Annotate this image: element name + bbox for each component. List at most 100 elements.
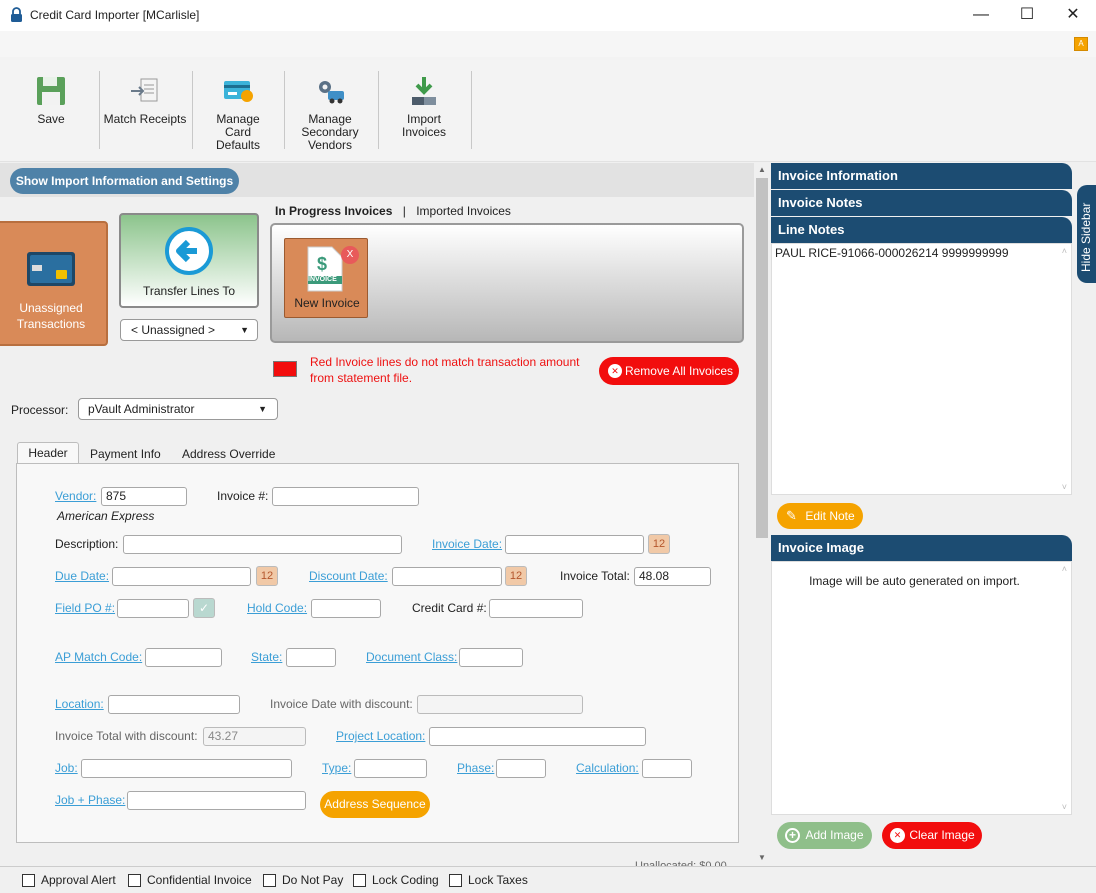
description-input[interactable]: [123, 535, 402, 554]
vendor-link[interactable]: Vendor:: [55, 489, 96, 503]
remove-all-invoices-button[interactable]: ✕ Remove All Invoices: [599, 357, 739, 385]
phase-link[interactable]: Phase:: [457, 761, 494, 775]
ap-match-code-input[interactable]: [145, 648, 222, 667]
discount-date-link[interactable]: Discount Date:: [309, 569, 388, 583]
chevron-down-icon: ▼: [240, 325, 249, 335]
edit-note-label: Edit Note: [805, 509, 855, 523]
save-button[interactable]: Save: [18, 69, 84, 159]
invoice-total-discount-label: Invoice Total with discount:: [55, 729, 198, 743]
line-notes-box[interactable]: PAUL RICE-91066-000026214 9999999999 ˄ ˅: [771, 243, 1072, 495]
maximize-button[interactable]: ☐: [1004, 0, 1050, 31]
scroll-up-icon[interactable]: ▲: [758, 165, 766, 174]
tab-in-progress-invoices[interactable]: In Progress Invoices: [275, 204, 392, 218]
processor-label: Processor:: [11, 403, 69, 417]
invoice-tile[interactable]: $ INVOICE X New Invoice: [284, 238, 368, 318]
confidential-invoice-checkbox[interactable]: [128, 874, 141, 887]
edit-note-button[interactable]: ✎ Edit Note: [777, 503, 863, 529]
transfer-lines-tile[interactable]: Transfer Lines To: [119, 213, 259, 308]
tab-imported-invoices[interactable]: Imported Invoices: [416, 204, 511, 218]
location-input[interactable]: [108, 695, 240, 714]
scroll-down-icon[interactable]: ▼: [758, 853, 766, 862]
location-link[interactable]: Location:: [55, 697, 104, 711]
tab-header[interactable]: Header: [17, 442, 79, 464]
remove-invoice-button[interactable]: X: [341, 246, 359, 264]
ap-match-code-link[interactable]: AP Match Code:: [55, 650, 142, 664]
discount-date-input[interactable]: [392, 567, 502, 586]
calendar-icon[interactable]: 12: [648, 534, 670, 554]
match-receipts-button[interactable]: Match Receipts: [103, 69, 187, 159]
add-image-button[interactable]: + Add Image: [777, 822, 872, 849]
field-po-link[interactable]: Field PO #:: [55, 601, 115, 615]
invoice-icon-text: INVOICE: [308, 276, 337, 283]
phase-input[interactable]: [496, 759, 546, 778]
processor-select[interactable]: pVault Administrator ▼: [78, 398, 278, 420]
credit-card-icon: [27, 252, 75, 286]
manage-card-defaults-button[interactable]: Manage Card Defaults: [198, 69, 278, 159]
calculation-input[interactable]: [642, 759, 692, 778]
field-po-input[interactable]: [117, 599, 189, 618]
job-link[interactable]: Job:: [55, 761, 78, 775]
hold-code-input[interactable]: [311, 599, 381, 618]
project-location-link[interactable]: Project Location:: [336, 729, 425, 743]
header-form-panel: Vendor: 875 Invoice #: American Express …: [16, 463, 739, 843]
approval-alert-checkbox[interactable]: [22, 874, 35, 887]
remove-icon: ✕: [608, 364, 622, 378]
project-location-input[interactable]: [429, 727, 646, 746]
type-link[interactable]: Type:: [322, 761, 351, 775]
lock-taxes-checkbox[interactable]: [449, 874, 462, 887]
invoice-number-input[interactable]: [272, 487, 419, 506]
job-phase-input[interactable]: [127, 791, 306, 810]
calculation-link[interactable]: Calculation:: [576, 761, 639, 775]
ribbon-separator: [284, 71, 285, 149]
tab-address-override[interactable]: Address Override: [182, 447, 275, 461]
show-settings-button[interactable]: Show Import Information and Settings: [10, 168, 239, 194]
chevron-down-icon: ▼: [258, 404, 267, 414]
calendar-icon[interactable]: 12: [505, 566, 527, 586]
invoice-date-input[interactable]: [505, 535, 644, 554]
minimize-button[interactable]: —: [958, 0, 1004, 31]
hold-code-link[interactable]: Hold Code:: [247, 601, 307, 615]
import-invoices-button[interactable]: Import Invoices: [384, 69, 464, 159]
type-input[interactable]: [354, 759, 427, 778]
chevron-up-icon: ˄: [1061, 246, 1067, 256]
invoice-information-header[interactable]: Invoice Information: [771, 163, 1072, 189]
invoice-strip: $ INVOICE X New Invoice: [270, 223, 744, 343]
unassigned-label: Unassigned Transactions: [16, 301, 86, 331]
due-date-input[interactable]: [112, 567, 251, 586]
manage-secondary-vendors-button[interactable]: Manage Secondary Vendors: [290, 69, 370, 159]
state-input[interactable]: [286, 648, 336, 667]
job-input[interactable]: [81, 759, 292, 778]
lock-coding-checkbox[interactable]: [353, 874, 366, 887]
do-not-pay-checkbox[interactable]: [263, 874, 276, 887]
address-sequence-button[interactable]: Address Sequence: [320, 791, 430, 818]
notification-icon[interactable]: A: [1074, 37, 1088, 51]
credit-card-input[interactable]: [489, 599, 583, 618]
close-button[interactable]: ✕: [1050, 0, 1096, 31]
transfer-target-select[interactable]: < Unassigned > ▼: [120, 319, 258, 341]
invoice-date-link[interactable]: Invoice Date:: [432, 537, 502, 551]
job-phase-link[interactable]: Job + Phase:: [55, 793, 125, 807]
hide-sidebar-label: Hide Sidebar: [1079, 202, 1093, 272]
document-class-input[interactable]: [459, 648, 523, 667]
document-class-link[interactable]: Document Class:: [366, 650, 457, 664]
hide-sidebar-tab[interactable]: Hide Sidebar: [1077, 185, 1096, 283]
scroll-thumb[interactable]: [756, 178, 768, 538]
tab-payment-info[interactable]: Payment Info: [90, 447, 161, 461]
field-po-lookup-icon[interactable]: ✓: [193, 598, 215, 618]
close-icon: X: [346, 249, 354, 260]
approval-alert-label: Approval Alert: [41, 873, 116, 887]
transfer-label: Transfer Lines To: [142, 284, 236, 298]
invoice-image-header[interactable]: Invoice Image: [771, 535, 1072, 561]
calendar-icon[interactable]: 12: [256, 566, 278, 586]
line-notes-header[interactable]: Line Notes: [771, 217, 1072, 243]
unassigned-transactions-tile[interactable]: Unassigned Transactions: [0, 221, 108, 346]
clear-image-button[interactable]: ✕ Clear Image: [882, 822, 982, 849]
invoice-tabs: In Progress Invoices | Imported Invoices: [275, 204, 511, 218]
invoice-notes-header[interactable]: Invoice Notes: [771, 190, 1072, 216]
left-pane: Show Import Information and Settings Una…: [0, 163, 754, 872]
plus-icon: +: [785, 828, 800, 843]
invoice-total-input[interactable]: 48.08: [634, 567, 711, 586]
state-link[interactable]: State:: [251, 650, 282, 664]
vendor-input[interactable]: 875: [101, 487, 187, 506]
due-date-link[interactable]: Due Date:: [55, 569, 109, 583]
